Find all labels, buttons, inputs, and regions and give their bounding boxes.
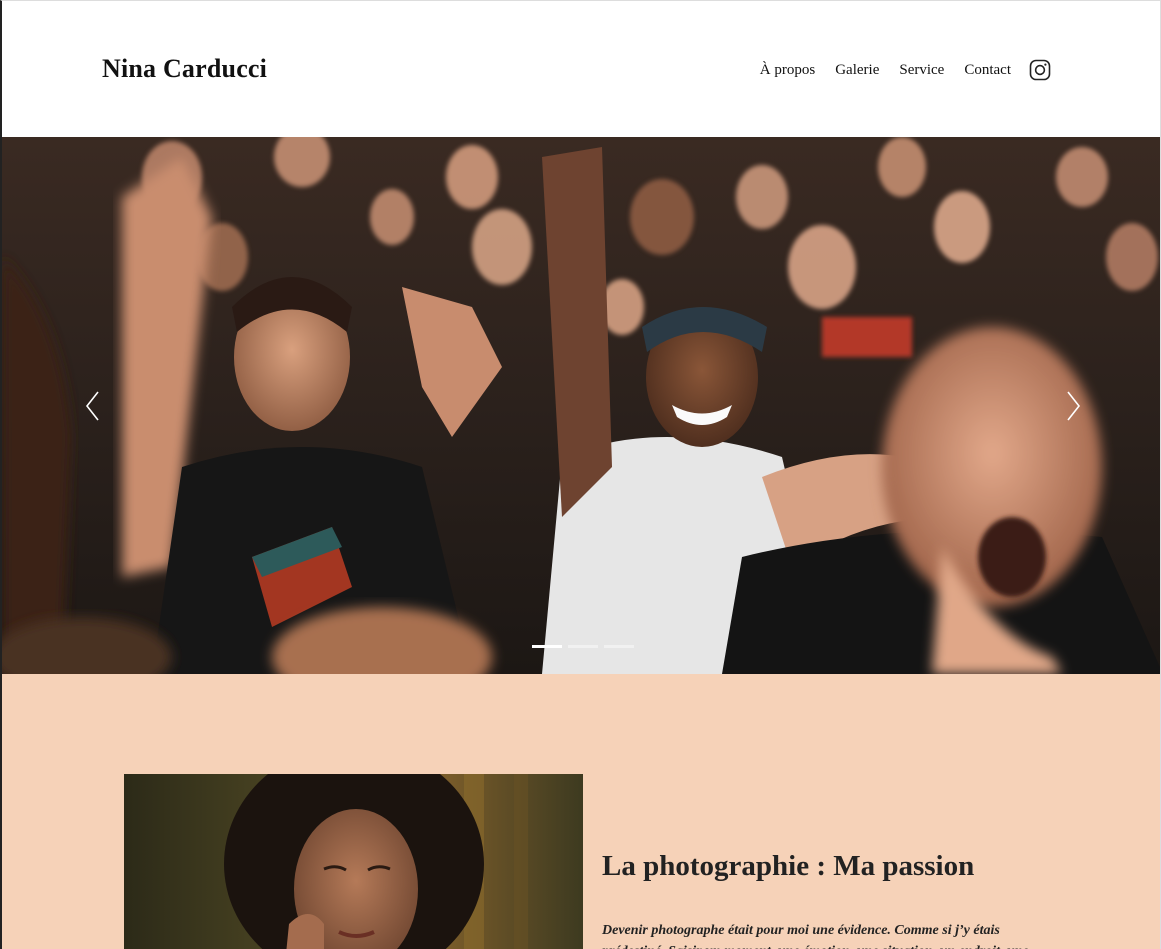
carousel-indicator-3[interactable]: [604, 645, 634, 648]
portrait-photo: [124, 774, 583, 949]
about-section: La photographie : Ma passion Devenir pho…: [2, 674, 1160, 949]
chevron-right-icon: [1067, 391, 1081, 421]
carousel-indicator-2[interactable]: [568, 645, 598, 648]
main-nav: À propos Galerie Service Contact: [740, 59, 1051, 81]
site-brand[interactable]: Nina Carducci: [102, 54, 267, 84]
concert-crowd-photo: [2, 137, 1160, 674]
about-text: Devenir photographe était pour moi une é…: [602, 923, 1029, 949]
instagram-icon[interactable]: [1029, 59, 1051, 81]
carousel-next-button[interactable]: [1058, 389, 1088, 423]
about-title: La photographie : Ma passion: [602, 850, 975, 882]
nav-link-a-propos[interactable]: À propos: [760, 62, 815, 79]
hero-carousel[interactable]: [2, 137, 1160, 674]
nav-link-service[interactable]: Service: [899, 62, 944, 79]
nav-link-galerie[interactable]: Galerie: [835, 62, 879, 79]
nav-link-contact[interactable]: Contact: [964, 62, 1011, 79]
chevron-left-icon: [85, 391, 99, 421]
page: Nina Carducci À propos Galerie Service C…: [0, 0, 1161, 949]
woman-portrait-photo: [124, 774, 583, 949]
carousel-indicators: [532, 645, 640, 648]
site-header: Nina Carducci À propos Galerie Service C…: [2, 1, 1160, 137]
carousel-indicator-1[interactable]: [532, 645, 562, 648]
carousel-prev-button[interactable]: [78, 389, 108, 423]
